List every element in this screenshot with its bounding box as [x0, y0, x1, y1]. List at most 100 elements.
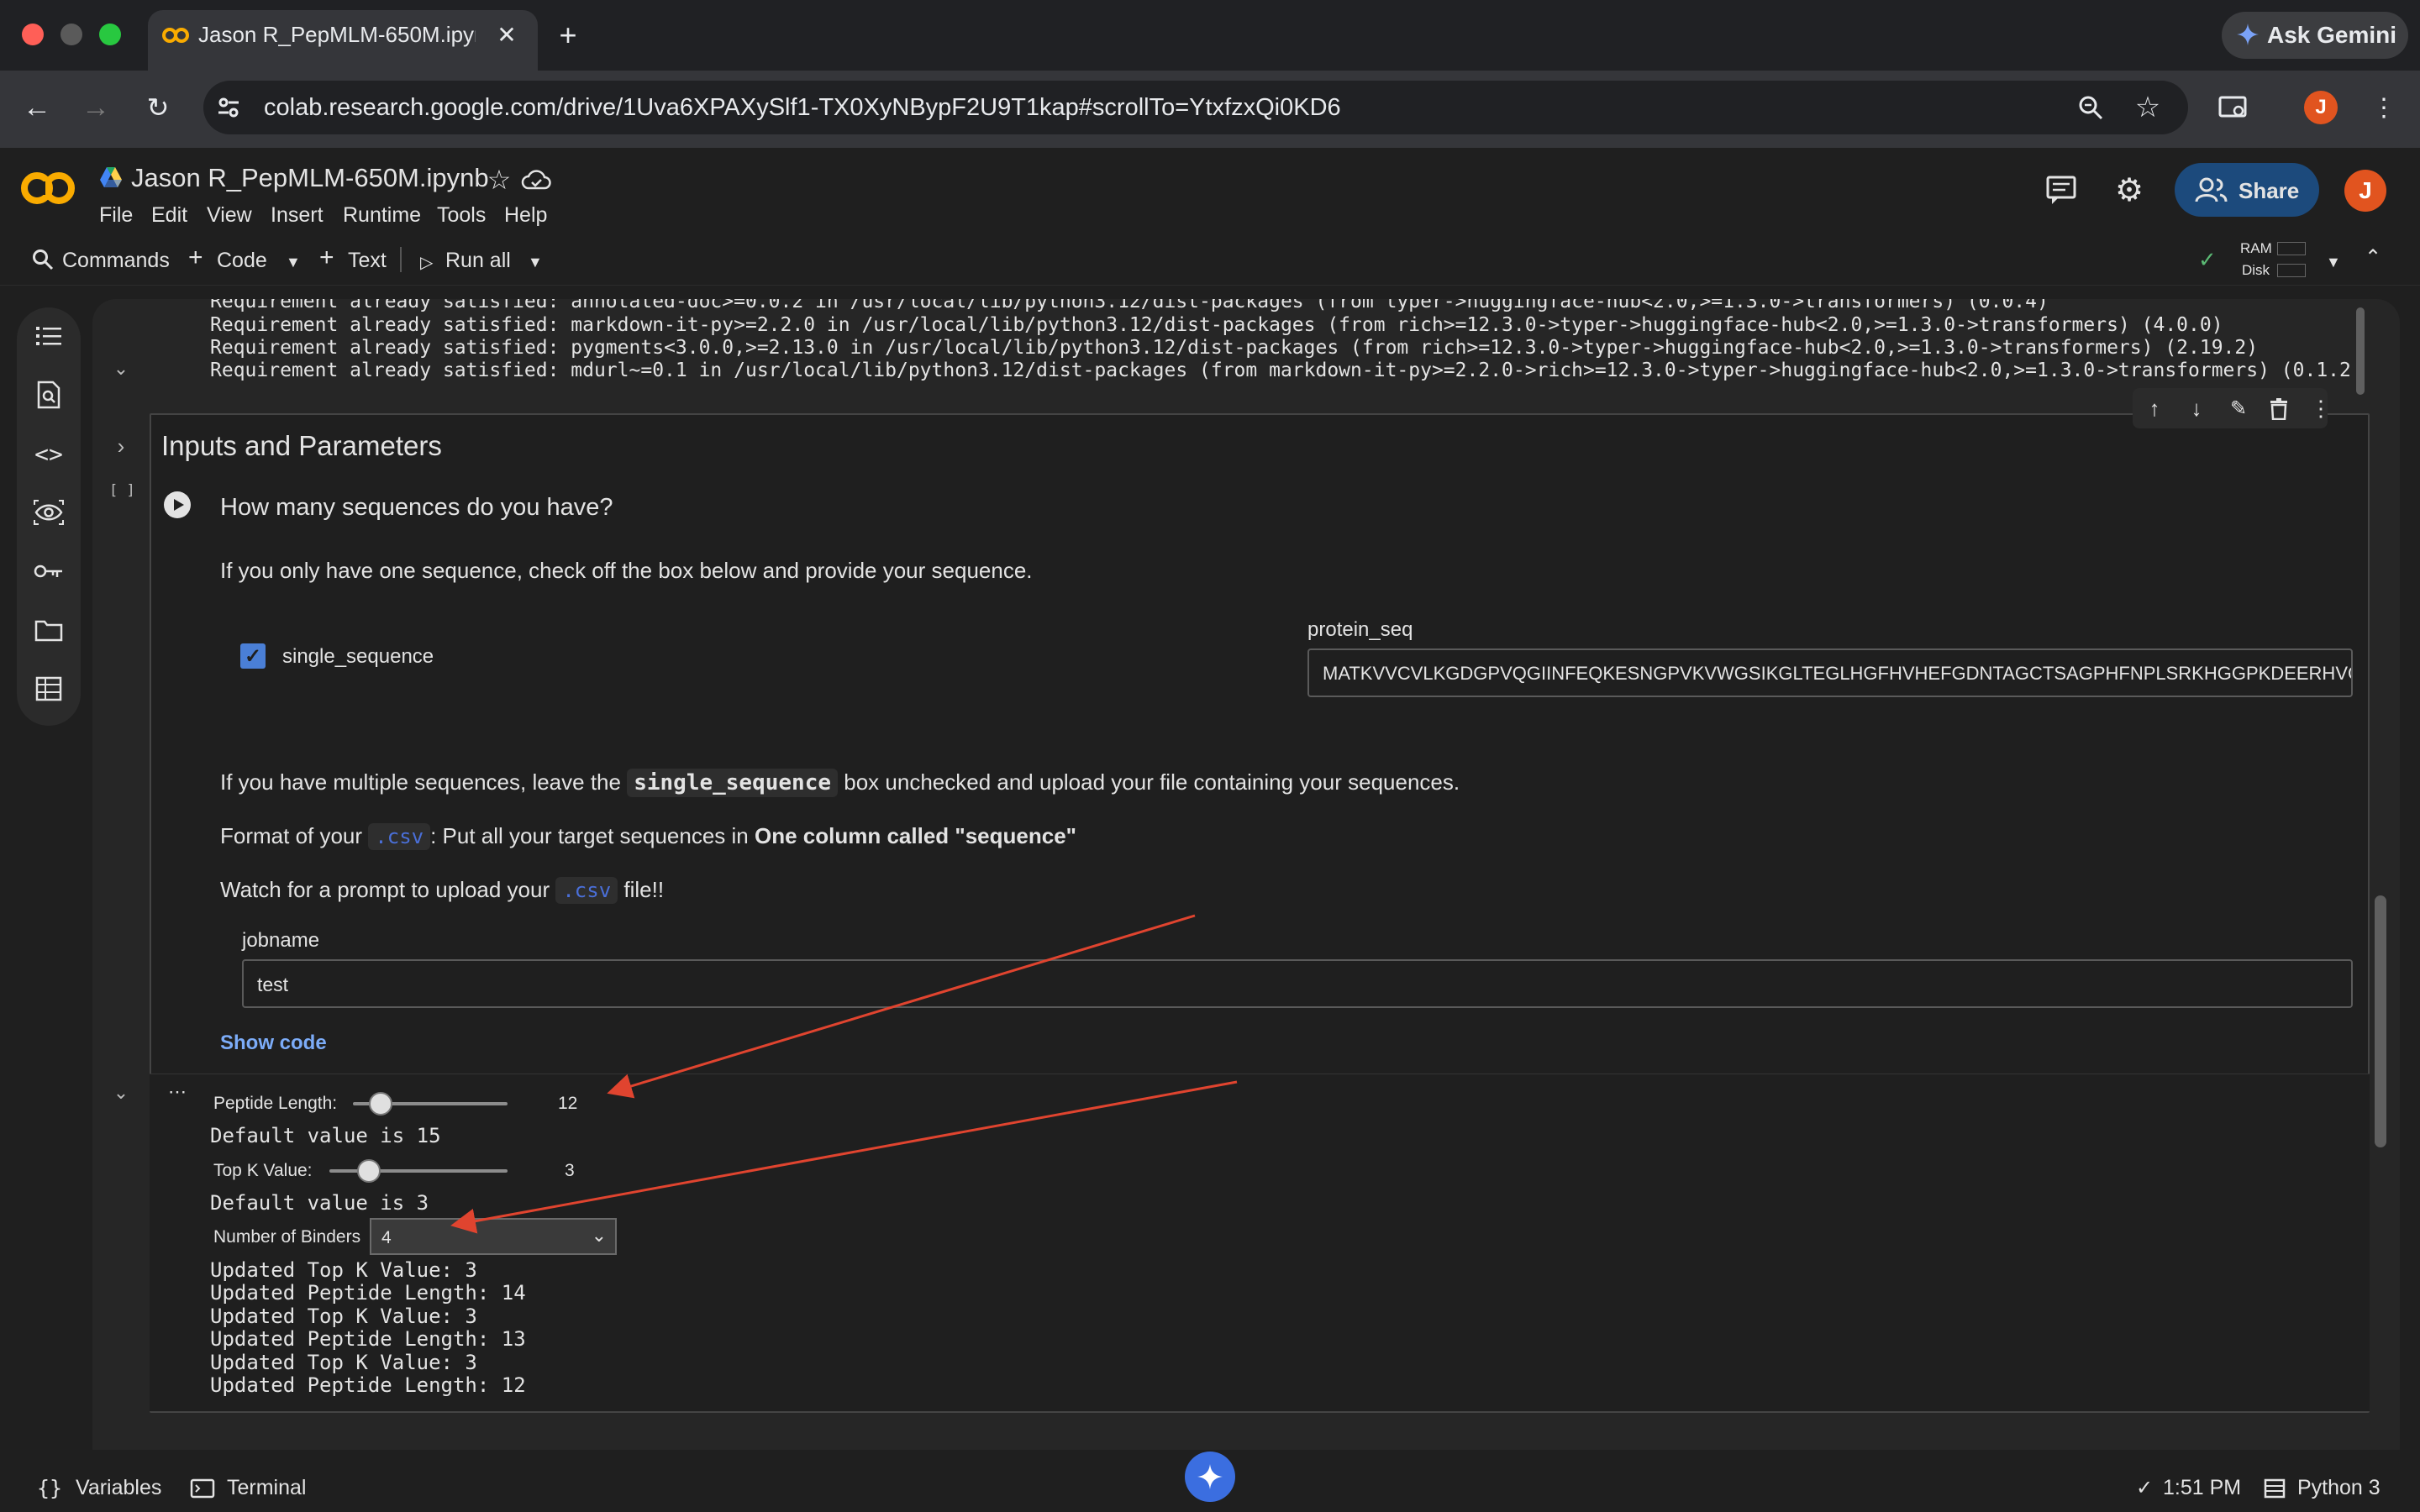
p2-before: If you have multiple sequences, leave th… — [220, 769, 621, 795]
terminal-button[interactable]: Terminal — [227, 1476, 306, 1500]
menu-view[interactable]: View — [207, 203, 252, 228]
drive-icon — [99, 166, 123, 188]
protein-seq-input[interactable]: MATKVVCVLKGDGPVQGIINFEQKESNGPVKVWGSIKGLT… — [1307, 648, 2353, 697]
table-of-contents-icon[interactable] — [17, 311, 81, 361]
browser-avatar[interactable]: J — [2304, 91, 2338, 124]
bookmark-star-icon[interactable]: ☆ — [2131, 91, 2165, 124]
delete-cell-icon[interactable] — [2269, 398, 2289, 420]
data-table-icon[interactable] — [17, 664, 81, 714]
top-k-slider[interactable] — [329, 1169, 508, 1173]
number-of-binders-value: 4 — [381, 1228, 392, 1247]
minimize-window-button[interactable] — [60, 24, 82, 45]
close-window-button[interactable] — [22, 24, 44, 45]
move-cell-up-icon[interactable]: ↑ — [2139, 393, 2170, 423]
back-icon[interactable]: ← — [20, 91, 54, 124]
gemini-sparkle-icon — [2237, 24, 2259, 45]
pip-output-line: Requirement already satisfied: pygments<… — [210, 337, 2259, 359]
close-tab-icon[interactable]: ✕ — [494, 22, 519, 48]
account-avatar[interactable]: J — [2344, 170, 2386, 212]
code-snippets-icon[interactable]: <> — [17, 428, 81, 479]
add-code-button[interactable]: Code — [217, 249, 267, 273]
collapse-output-chevron-icon[interactable]: ⌄ — [106, 356, 136, 381]
tab-title: Jason R_PepMLM-650M.ipyn — [198, 22, 476, 47]
log-line: Updated Peptide Length: 14 — [210, 1281, 526, 1305]
forward-icon[interactable]: → — [79, 91, 113, 124]
settings-gear-icon[interactable]: ⚙ — [2111, 171, 2148, 208]
single-sequence-label: single_sequence — [282, 645, 434, 668]
site-info-icon[interactable] — [215, 94, 242, 121]
menu-edit[interactable]: Edit — [151, 203, 187, 228]
zoom-icon[interactable] — [2077, 94, 2104, 121]
comments-icon[interactable] — [2045, 175, 2077, 205]
p4-after: file!! — [623, 877, 665, 902]
gemini-fab-button[interactable] — [1185, 1452, 1235, 1502]
cast-icon[interactable] — [2218, 94, 2249, 121]
variables-button[interactable]: Variables — [76, 1476, 161, 1500]
browser-menu-icon[interactable]: ⋮ — [2371, 91, 2396, 124]
execution-check-icon: ✓ — [2136, 1477, 2154, 1499]
reload-icon[interactable]: ↻ — [141, 91, 175, 124]
add-text-plus-icon: + — [319, 244, 334, 271]
run-cell-button[interactable] — [163, 491, 192, 519]
section-title: Inputs and Parameters — [161, 430, 442, 461]
colab-logo-icon[interactable] — [20, 166, 76, 210]
run-all-button[interactable]: Run all — [445, 249, 511, 273]
variable-inspector-icon[interactable] — [17, 487, 81, 538]
star-notebook-icon[interactable]: ☆ — [482, 163, 516, 197]
new-tab-icon[interactable]: + — [551, 18, 585, 52]
log-line: Updated Top K Value: 3 — [210, 1351, 477, 1374]
expand-section-chevron-icon[interactable]: › — [106, 432, 136, 460]
cloud-saved-icon — [521, 168, 551, 192]
menu-insert[interactable]: Insert — [271, 203, 324, 228]
pip-output-line: Requirement already satisfied: annotated… — [210, 299, 2049, 312]
protein-seq-value: MATKVVCVLKGDGPVQGIINFEQKESNGPVKVWGSIKGLT… — [1323, 663, 2351, 684]
toolbar-divider — [400, 247, 402, 272]
colab-favicon-icon — [161, 24, 190, 47]
disk-label: Disk — [2242, 262, 2270, 278]
menu-runtime[interactable]: Runtime — [343, 203, 421, 228]
output-actions-icon[interactable]: ⋯ — [165, 1081, 190, 1102]
menu-tools[interactable]: Tools — [437, 203, 486, 228]
code-dropdown-icon[interactable]: ▼ — [286, 254, 301, 271]
peptide-length-slider-knob[interactable] — [369, 1092, 393, 1116]
files-folder-icon[interactable] — [17, 605, 81, 655]
secrets-key-icon[interactable] — [17, 546, 81, 596]
add-text-button[interactable]: Text — [348, 249, 387, 273]
peptide-length-label: Peptide Length: — [213, 1094, 338, 1113]
disk-meter[interactable] — [2277, 264, 2306, 277]
cell-more-icon[interactable]: ⋮ — [2310, 393, 2332, 423]
ram-label: RAM — [2240, 240, 2272, 256]
move-cell-down-icon[interactable]: ↓ — [2181, 393, 2212, 423]
single-sequence-checkbox[interactable]: ✓ — [240, 643, 266, 669]
collapse-header-icon[interactable]: ⌃ — [2365, 245, 2381, 270]
pip-output-line: Requirement already satisfied: mdurl~=0.… — [210, 360, 2351, 381]
output-scrollbar[interactable] — [2356, 307, 2365, 395]
jobname-input[interactable]: test — [242, 959, 2353, 1008]
share-people-icon — [2195, 176, 2228, 203]
maximize-window-button[interactable] — [99, 24, 121, 45]
notebook-title[interactable]: Jason R_PepMLM-650M.ipynb — [131, 163, 489, 193]
log-line: Updated Peptide Length: 13 — [210, 1327, 526, 1351]
execution-time[interactable]: 1:51 PM — [2163, 1476, 2241, 1500]
ram-meter[interactable] — [2277, 242, 2306, 255]
menu-help[interactable]: Help — [504, 203, 547, 228]
edit-cell-icon[interactable]: ✎ — [2223, 393, 2254, 423]
commands-button[interactable]: Commands — [62, 249, 170, 273]
find-replace-icon[interactable] — [17, 370, 81, 420]
runtime-label[interactable]: Python 3 — [2297, 1476, 2381, 1500]
share-label: Share — [2238, 178, 2300, 203]
menu-file[interactable]: File — [99, 203, 133, 228]
pip-output-clip: Requirement already satisfied: annotated… — [150, 299, 2351, 388]
top-k-slider-knob[interactable] — [356, 1159, 381, 1183]
run-all-dropdown-icon[interactable]: ▼ — [528, 254, 543, 271]
show-code-link[interactable]: Show code — [220, 1032, 327, 1055]
top-k-label: Top K Value: — [213, 1161, 313, 1180]
notebook-scrollbar[interactable] — [2375, 895, 2386, 1147]
number-of-binders-label: Number of Binders — [213, 1227, 361, 1247]
number-of-binders-select[interactable]: 4 ⌄ — [370, 1218, 617, 1255]
select-chevron-icon: ⌄ — [591, 1225, 607, 1246]
resources-dropdown-icon[interactable]: ▼ — [2326, 254, 2341, 271]
log-line: Updated Top K Value: 3 — [210, 1258, 477, 1282]
cell-paragraph-3: Format of your .csv: Put all your target… — [220, 823, 1076, 850]
collapse-widget-output-chevron-icon[interactable]: ⌄ — [106, 1080, 136, 1105]
